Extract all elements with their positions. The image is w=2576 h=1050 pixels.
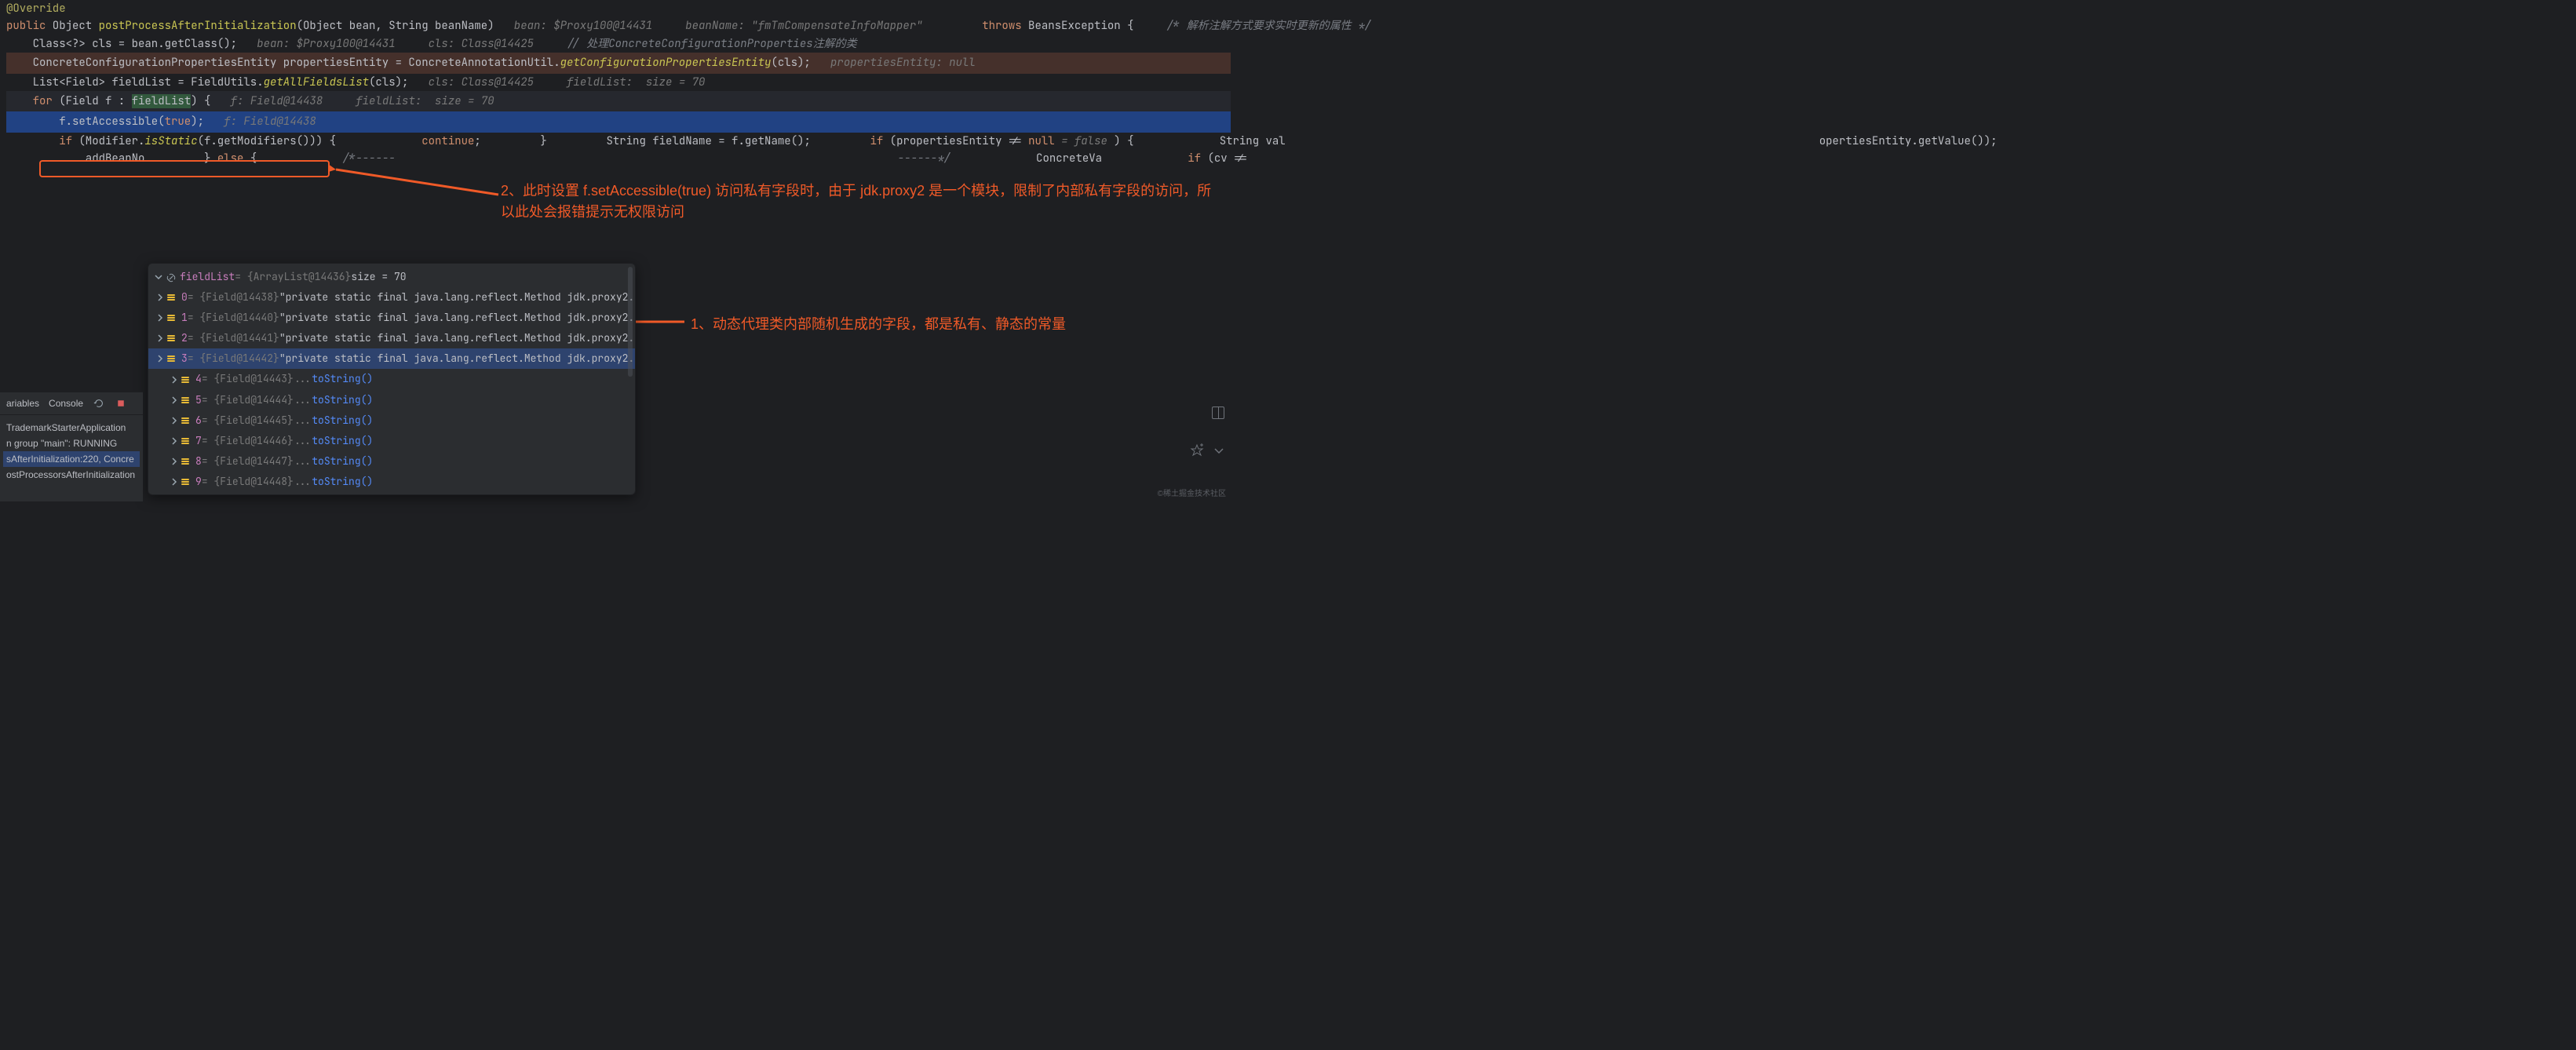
code-line: addBeanNo (6, 150, 144, 167)
split-editor-icon[interactable] (1212, 407, 1224, 419)
field-icon (181, 478, 192, 486)
code-line: continue; (342, 133, 480, 150)
debug-item-row[interactable]: 0 = {Field@14438} "private static final … (148, 287, 635, 308)
star-icon[interactable] (1190, 443, 1204, 458)
debug-item-row[interactable]: 6 = {Field@14445} ... toString() (148, 410, 635, 431)
chevron-right-icon[interactable] (155, 333, 166, 344)
field-icon (167, 293, 178, 301)
chevron-right-icon[interactable] (169, 395, 180, 406)
tab-variables[interactable]: ariables (6, 398, 39, 409)
debug-item-row[interactable]: 4 = {Field@14443} ... toString() (148, 369, 635, 389)
code-line-current: f.setAccessible(true); f: Field@14438 (6, 111, 1231, 132)
code-line: } (487, 133, 547, 150)
field-icon (181, 417, 192, 425)
field-icon (181, 396, 192, 404)
code-line: ConcreteVa (957, 150, 1102, 167)
field-icon (167, 314, 178, 322)
debug-item-row[interactable]: 9 = {Field@14448} ... toString() (148, 472, 635, 492)
code-line-error: ConcreteConfigurationPropertiesEntity pr… (6, 53, 1231, 73)
field-icon (181, 458, 192, 465)
thread-status[interactable]: n group "main": RUNNING (3, 436, 140, 451)
code-line: @Override (6, 0, 66, 17)
var-name: fieldList (180, 268, 235, 286)
debug-item-row[interactable]: 8 = {Field@14447} ... toString() (148, 451, 635, 472)
chevron-right-icon[interactable] (169, 374, 180, 385)
stack-frame[interactable]: ostProcessorsAfterInitialization (3, 467, 140, 483)
field-icon (181, 437, 192, 445)
field-icon (167, 334, 178, 342)
field-icon (167, 355, 178, 363)
code-line: throws BeansException { (929, 17, 1133, 35)
chevron-right-icon[interactable] (169, 415, 180, 426)
link-icon (166, 272, 177, 283)
tab-console[interactable]: Console (49, 398, 83, 409)
chevron-right-icon[interactable] (155, 353, 166, 364)
debug-item-row[interactable]: 3 = {Field@14442} "private static final … (148, 348, 635, 369)
debug-item-row[interactable]: 7 = {Field@14446} ... toString() (148, 431, 635, 451)
chevron-right-icon[interactable] (169, 436, 180, 447)
popup-scrollbar[interactable] (628, 267, 633, 377)
code-line: /*------------*/ (264, 150, 950, 167)
editor-right-gutter (1202, 0, 1231, 408)
refresh-icon[interactable] (93, 397, 105, 410)
chevron-right-icon[interactable] (155, 292, 166, 303)
arrow-2 (330, 165, 502, 204)
debug-item-row[interactable]: 1 = {Field@14440} "private static final … (148, 308, 635, 328)
debug-variables-popup[interactable]: fieldList = {ArrayList@14436} size = 70 … (148, 263, 636, 495)
code-line: public Object postProcessAfterInitializa… (6, 17, 923, 35)
stack-frame[interactable]: sAfterInitialization:220, Concre (3, 451, 140, 467)
code-line: String valopertiesEntity.getValue()); (1140, 133, 1998, 150)
annotation-2: 2、此时设置 f.setAccessible(true) 访问私有字段时，由于 … (501, 180, 1223, 223)
chevron-down-icon[interactable] (1212, 443, 1226, 458)
bottom-right-toolbar (1190, 443, 1226, 458)
watermark: ©稀土掘金技术社区 (1158, 487, 1226, 498)
debug-header-row[interactable]: fieldList = {ArrayList@14436} size = 70 (148, 267, 635, 287)
code-line: for (Field f : fieldList) { f: Field@144… (6, 91, 1231, 111)
field-icon (181, 376, 192, 384)
code-editor[interactable]: @Override public Object postProcessAfter… (0, 0, 1231, 168)
chevron-right-icon[interactable] (169, 476, 180, 487)
code-line: Class<?> cls = bean.getClass(); bean: $P… (6, 35, 534, 53)
chevron-down-icon[interactable] (153, 272, 164, 283)
code-line: /* 解析注解方式要求实时更新的属性 */ (1140, 17, 1371, 35)
stop-icon[interactable] (115, 397, 127, 410)
debug-item-row[interactable]: 10 = {Field@14449} ... toString() (148, 492, 635, 494)
code-line: String fieldName = f.getName(); (553, 133, 811, 150)
app-name: TrademarkStarterApplication (3, 420, 140, 436)
code-line: // 处理ConcreteConfigurationProperties注解的类 (540, 35, 856, 53)
code-line: } else { (151, 150, 257, 167)
chevron-right-icon[interactable] (155, 312, 166, 323)
debug-item-row[interactable]: 2 = {Field@14441} "private static final … (148, 328, 635, 348)
debug-bottom-panel: ariables Console TrademarkStarterApplica… (0, 392, 143, 501)
chevron-right-icon[interactable] (169, 456, 180, 467)
code-line: if (propertiesEntity != null = false ) { (817, 133, 1133, 150)
code-line: List<Field> fieldList = FieldUtils.getAl… (6, 74, 705, 91)
debug-item-row[interactable]: 5 = {Field@14444} ... toString() (148, 390, 635, 410)
annotation-1: 1、动态代理类内部随机生成的字段，都是私有、静态的常量 (691, 314, 1193, 335)
code-line: if (Modifier.isStatic(f.getModifiers()))… (6, 133, 336, 150)
debug-tabs: ariables Console (0, 392, 143, 415)
